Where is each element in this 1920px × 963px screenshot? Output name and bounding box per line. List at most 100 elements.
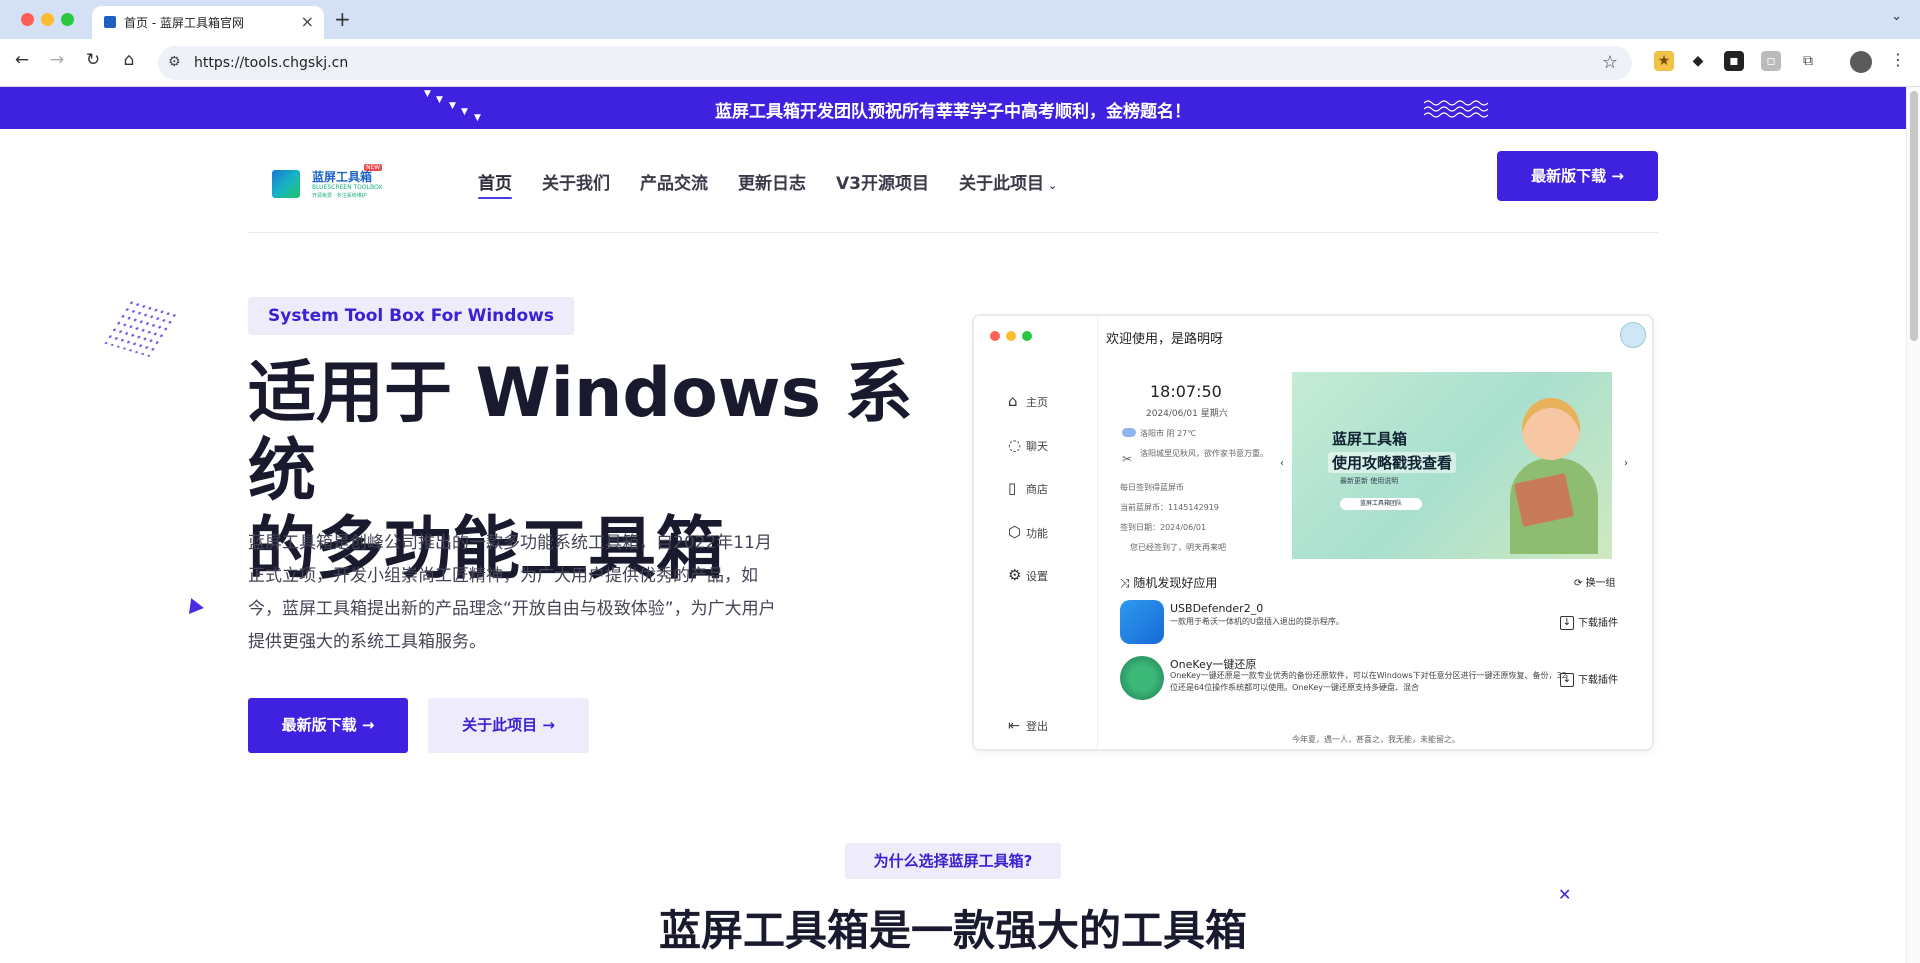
tab-title: 首页 - 蓝屏工具箱官网 — [124, 16, 244, 30]
nav-about-project[interactable]: 关于此项目 ⌄ — [959, 169, 1057, 197]
app-checkin-date: 签到日期：2024/06/01 — [1120, 523, 1207, 532]
app-side-home-label: 主页 — [1026, 396, 1048, 409]
download-plugin-button-1[interactable]: ↓ 下载插件 — [1560, 614, 1618, 630]
browser-menu-icon[interactable]: ⋮ — [1890, 50, 1906, 69]
app-item-desc-1: 一款用于希沃一体机的U盘插入退出的提示程序。 — [1170, 617, 1344, 626]
app-side-settings[interactable]: ⚙ 设置 — [1008, 566, 1048, 586]
logo-subtitle: BLUESCREEN TOOLBOX — [312, 184, 383, 191]
app-coins: 当前蓝屏币：1145142919 — [1120, 503, 1219, 512]
download-plugin-button-2[interactable]: ↓ 下载插件 — [1560, 671, 1618, 687]
logo-new-badge: NEW — [364, 164, 383, 171]
app-clock-date: 2024/06/01 星期六 — [1146, 409, 1228, 419]
app-notice: 洛阳城里见秋风，欲作家书意万重。 — [1140, 449, 1268, 458]
download-plugin-label-2: 下载插件 — [1578, 675, 1618, 686]
minimize-window-button[interactable] — [41, 13, 54, 26]
hero-download-button[interactable]: 最新版下载 → — [248, 698, 408, 753]
carousel-prev-icon[interactable]: ‹ — [1280, 458, 1284, 469]
tab-search-chevron-icon[interactable]: ⌄ — [1891, 9, 1902, 24]
swap-group-button[interactable]: ⟳ 换一组 — [1574, 574, 1616, 589]
close-tab-icon[interactable]: × — [301, 12, 314, 31]
scrollbar-thumb[interactable] — [1910, 91, 1918, 341]
why-choose-tag: 为什么选择蓝屏工具箱? — [845, 843, 1061, 879]
swap-group-label: 换一组 — [1585, 578, 1616, 589]
url-text[interactable]: https://tools.chgskj.cn — [194, 55, 348, 71]
address-bar[interactable]: ⚙ https://tools.chgskj.cn ☆ — [158, 46, 1632, 80]
section-title: 蓝屏工具箱是一款强大的工具箱 — [658, 906, 1247, 955]
extension-icon-4[interactable]: ▫ — [1761, 51, 1781, 71]
carousel-sub: 最新更新 使用说明 — [1340, 477, 1399, 485]
chevron-down-icon: ⌄ — [1048, 179, 1058, 192]
header-download-button[interactable]: 最新版下载 → — [1497, 151, 1658, 201]
extension-icon-3[interactable]: ▪ — [1724, 51, 1744, 71]
close-window-button[interactable] — [21, 13, 34, 26]
app-poem-icon: ✂ — [1122, 452, 1133, 466]
cloud-icon — [1122, 428, 1136, 437]
cube-icon: ⬡ — [1008, 523, 1022, 541]
banner-text: 蓝屏工具箱开发团队预祝所有莘莘学子中高考顺利，金榜题名！ — [715, 102, 1191, 122]
maximize-window-button[interactable] — [61, 13, 74, 26]
forward-arrow-icon[interactable]: → — [45, 50, 69, 70]
app-user-avatar[interactable] — [1620, 322, 1646, 348]
app-carousel-banner[interactable]: 蓝屏工具箱 使用攻略戳我查看 最新更新 使用说明 蓝屏工具箱团队 — [1292, 372, 1612, 559]
extension-icon-1[interactable]: ★ — [1654, 51, 1674, 71]
app-checkin-msg: 您已经签到了，明天再来吧 — [1130, 543, 1226, 552]
carousel-title2: 使用攻略戳我查看 — [1328, 452, 1457, 473]
nav-product[interactable]: 产品交流 — [640, 169, 708, 197]
logo-title: 蓝屏工具箱 — [312, 170, 373, 184]
page-scrollbar[interactable] — [1906, 87, 1920, 963]
app-close-dot-icon — [990, 331, 1000, 341]
app-side-features[interactable]: ⬡ 功能 — [1008, 523, 1048, 543]
app-item-desc-2: OneKey一键还原是一款专业优秀的备份还原软件，可以在Windows下对任意分… — [1170, 671, 1567, 692]
logout-icon: ⇤ — [1008, 718, 1020, 734]
site-header: 蓝屏工具箱 NEW BLUESCREEN TOOLBOX 开源免费 · 专注系统… — [248, 129, 1658, 233]
shuffle-icon: ⤨ — [1120, 576, 1134, 590]
app-logout[interactable]: ⇤ 登出 — [1008, 718, 1048, 734]
onekey-app-icon — [1120, 656, 1164, 700]
nav-changelog[interactable]: 更新日志 — [738, 169, 806, 197]
carousel-next-icon[interactable]: › — [1624, 458, 1628, 469]
hero-about-button[interactable]: 关于此项目 → — [428, 698, 589, 753]
app-side-home[interactable]: ⌂ 主页 — [1008, 392, 1048, 412]
app-weather: 洛阳市 阴 27℃ — [1140, 429, 1197, 438]
usbdefender-app-icon — [1120, 600, 1164, 644]
nav-home[interactable]: 首页 — [478, 169, 512, 199]
download-icon: ↓ — [1560, 673, 1574, 687]
browser-tab-active[interactable]: 首页 - 蓝屏工具箱官网 × — [92, 6, 324, 39]
app-side-settings-label: 设置 — [1026, 570, 1048, 583]
app-preview-window: ⌂ 主页 ◌ 聊天 ▯ 商店 ⬡ 功能 ⚙ 设置 ⇤ 登出 欢迎使用，是路明呀 18:07:… — [972, 314, 1654, 751]
hero-title-line1: 适用于 Windows 系统 — [248, 354, 913, 511]
app-side-chat[interactable]: ◌ 聊天 — [1008, 436, 1048, 456]
app-welcome-text: 欢迎使用，是路明呀 — [1106, 332, 1224, 347]
site-settings-icon[interactable]: ⚙ — [168, 54, 181, 70]
home-icon[interactable]: ⌂ — [117, 50, 141, 70]
profile-avatar[interactable] — [1850, 51, 1872, 73]
nav-about-us[interactable]: 关于我们 — [542, 169, 610, 197]
extension-cat-icon[interactable]: ◆ — [1688, 51, 1708, 71]
reload-icon[interactable]: ↻ — [81, 50, 105, 70]
browser-tab-bar: 首页 - 蓝屏工具箱官网 × + ⌄ — [0, 0, 1920, 39]
back-arrow-icon[interactable]: ← — [10, 50, 34, 70]
wave-decoration-icon — [1424, 100, 1488, 118]
app-sidebar: ⌂ 主页 ◌ 聊天 ▯ 商店 ⬡ 功能 ⚙ 设置 ⇤ 登出 — [974, 316, 1098, 749]
extensions-puzzle-icon[interactable]: ⧉ — [1798, 51, 1818, 71]
bookmark-star-icon[interactable]: ☆ — [1602, 52, 1618, 73]
refresh-icon: ⟳ — [1574, 578, 1586, 589]
app-logout-label: 登出 — [1026, 720, 1048, 733]
hero-description: 蓝屏工具箱是创峰公司推出的一款多功能系统工具箱，自2022年11月正式立项，开发… — [248, 533, 776, 652]
chat-icon: ◌ — [1008, 436, 1022, 454]
random-apps-title-label: 随机发现好应用 — [1133, 576, 1218, 590]
new-tab-button[interactable]: + — [334, 7, 351, 31]
app-checkin-title: 每日签到得蓝屏币 — [1120, 483, 1184, 492]
shopping-bag-icon: ▯ — [1008, 479, 1017, 497]
announcement-banner: ▼ ▼ ▼ ▼ ▼ 蓝屏工具箱开发团队预祝所有莘莘学子中高考顺利，金榜题名！ — [0, 87, 1906, 129]
app-min-dot-icon — [1006, 331, 1016, 341]
app-clock-time: 18:07:50 — [1150, 382, 1222, 401]
app-side-store[interactable]: ▯ 商店 — [1008, 479, 1048, 499]
logo-mark-icon — [272, 170, 300, 198]
hero-tag: System Tool Box For Windows — [248, 297, 574, 335]
app-footer-quote: 今年夏，遇一人，甚喜之，我无能，未能留之。 — [1292, 735, 1460, 744]
site-logo[interactable]: 蓝屏工具箱 NEW BLUESCREEN TOOLBOX 开源免费 · 专注系统… — [272, 164, 382, 204]
web-page: ▼ ▼ ▼ ▼ ▼ 蓝屏工具箱开发团队预祝所有莘莘学子中高考顺利，金榜题名！ 蓝… — [0, 87, 1920, 963]
nav-v3[interactable]: V3开源项目 — [836, 169, 929, 197]
main-nav: 首页 关于我们 产品交流 更新日志 V3开源项目 关于此项目 ⌄ — [478, 169, 1057, 199]
